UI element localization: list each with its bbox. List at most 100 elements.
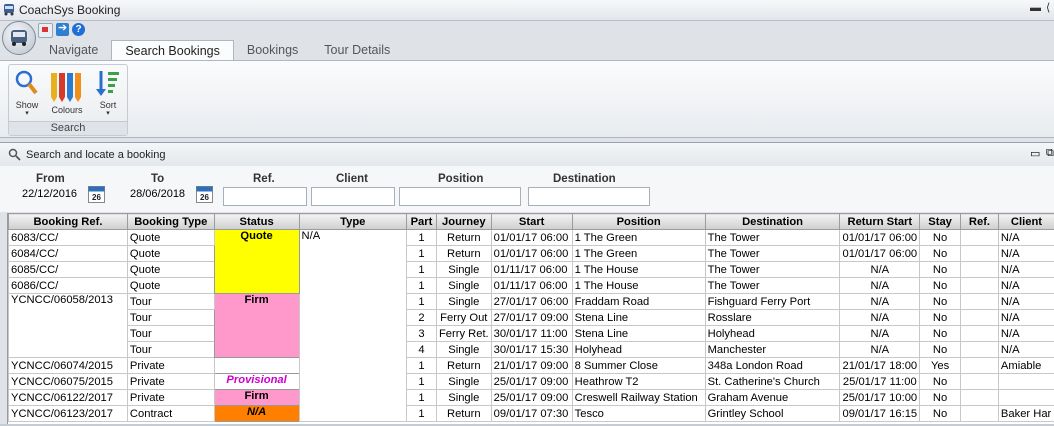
table-row[interactable]: 6085/CC/Quote 1 Single 01/11/17 06:00 1 The … [8, 261, 1054, 278]
header-ref[interactable]: Ref. [960, 213, 999, 230]
journey-cell[interactable]: Single [435, 389, 492, 406]
stay-cell[interactable]: No [919, 277, 962, 294]
client-cell[interactable] [997, 373, 1054, 390]
tab-bookings[interactable]: Bookings [234, 40, 311, 60]
stay-cell[interactable]: No [919, 293, 962, 310]
return-start-cell[interactable]: 21/01/17 18:00 [839, 357, 921, 374]
header-booking-ref[interactable]: Booking Ref. [8, 213, 128, 230]
return-start-cell[interactable]: N/A [839, 277, 921, 294]
booking-ref-cell[interactable]: 6083/CC/ [8, 229, 128, 246]
client-cell[interactable]: Baker Har [997, 405, 1054, 422]
booking-ref-cell[interactable]: YCNCC/06122/2017 [8, 389, 128, 406]
status-cell[interactable]: Firm [213, 389, 300, 406]
from-calendar-icon[interactable]: 26 [88, 186, 105, 203]
stay-cell[interactable]: No [919, 405, 962, 422]
destination-cell[interactable]: Rosslare [704, 309, 841, 326]
help-icon[interactable]: ? [72, 23, 85, 36]
start-cell[interactable]: 01/01/17 06:00 [490, 245, 573, 262]
part-cell[interactable]: 1 [405, 389, 437, 406]
table-row[interactable]: Tour 4 Single 30/01/17 15:30 Holyhead Manches… [9, 341, 1054, 358]
booking-type-cell[interactable]: Tour [126, 341, 215, 358]
application-menu-button[interactable] [2, 21, 36, 55]
panel-restore-icon[interactable]: ⧉ [1046, 147, 1054, 160]
header-stay[interactable]: Stay [919, 213, 962, 230]
booking-ref-cell[interactable]: 6085/CC/ [8, 261, 128, 278]
stay-cell[interactable]: No [919, 229, 962, 246]
position-cell[interactable]: Fraddam Road [571, 293, 706, 310]
journey-cell[interactable]: Ferry Ret. [435, 325, 492, 342]
part-cell[interactable]: 1 [405, 373, 437, 390]
table-row[interactable]: 6083/CC/Quote Quote N/A 1 Return 01/01/17 06:… [8, 229, 1054, 422]
position-cell[interactable]: 1 The House [571, 277, 706, 294]
header-type[interactable]: Type [298, 213, 407, 230]
status-cell[interactable]: Firm [213, 293, 300, 358]
ref-cell[interactable] [960, 357, 999, 374]
destination-cell[interactable]: The Tower [704, 261, 841, 278]
booking-type-cell[interactable]: Quote [126, 261, 215, 278]
journey-cell[interactable]: Single [435, 261, 492, 278]
start-cell[interactable]: 25/01/17 09:00 [490, 389, 573, 406]
status-cell[interactable]: N/A [213, 405, 300, 422]
destination-cell[interactable]: Holyhead [704, 325, 841, 342]
header-destination[interactable]: Destination [704, 213, 841, 230]
destination-cell[interactable]: The Tower [704, 229, 841, 246]
start-cell[interactable]: 27/01/17 06:00 [490, 293, 573, 310]
stay-cell[interactable]: No [919, 261, 962, 278]
stay-cell[interactable]: No [919, 373, 962, 390]
return-start-cell[interactable]: 09/01/17 16:15 [839, 405, 921, 422]
tab-navigate[interactable]: Navigate [36, 40, 111, 60]
window-control-icon[interactable]: ⟨ [1046, 1, 1050, 14]
to-date-field[interactable]: 28/06/2018 [130, 188, 185, 200]
ref-cell[interactable] [960, 309, 999, 326]
ref-cell[interactable] [960, 373, 999, 390]
booking-ref-cell[interactable]: YCNCC/06123/2017 [8, 405, 128, 422]
show-button[interactable]: Show ▾ [11, 69, 43, 117]
ref-cell[interactable] [960, 261, 999, 278]
booking-ref-cell[interactable]: 6086/CC/ [8, 277, 128, 294]
header-booking-type[interactable]: Booking Type [126, 213, 215, 230]
header-start[interactable]: Start [490, 213, 573, 230]
journey-cell[interactable]: Single [435, 293, 492, 310]
position-input[interactable] [399, 187, 521, 206]
return-start-cell[interactable]: N/A [839, 261, 921, 278]
start-cell[interactable]: 25/01/17 09:00 [490, 373, 573, 390]
table-row[interactable]: 6086/CC/Quote 1 Single 01/11/17 06:00 1 The … [8, 277, 1054, 294]
table-row[interactable]: YCNCC/06075/2015 Private Provisional 1 Singl… [8, 373, 1054, 390]
stay-cell[interactable]: No [919, 325, 962, 342]
destination-cell[interactable]: St. Catherine's Church [704, 373, 841, 390]
booking-type-cell[interactable]: Quote [126, 277, 215, 294]
return-start-cell[interactable]: N/A [839, 325, 921, 342]
client-cell[interactable]: N/A [997, 293, 1054, 310]
ref-cell[interactable] [960, 341, 999, 358]
return-start-cell[interactable]: 25/01/17 10:00 [839, 389, 921, 406]
journey-cell[interactable]: Single [435, 373, 492, 390]
start-cell[interactable]: 30/01/17 11:00 [490, 325, 573, 342]
part-cell[interactable]: 4 [405, 341, 437, 358]
client-cell[interactable]: N/A [997, 325, 1054, 342]
sort-button[interactable]: Sort ▾ [93, 69, 123, 117]
destination-cell[interactable]: Manchester [704, 341, 841, 358]
to-calendar-icon[interactable]: 26 [196, 186, 213, 203]
ref-cell[interactable] [960, 245, 999, 262]
table-row[interactable]: Tour 3 Ferry Ret. 30/01/17 11:00 Stena Line H… [9, 325, 1054, 342]
header-position[interactable]: Position [571, 213, 706, 230]
return-start-cell[interactable]: 25/01/17 11:00 [839, 373, 921, 390]
ref-cell[interactable] [960, 229, 999, 246]
ref-cell[interactable] [960, 405, 999, 422]
destination-cell[interactable]: Grintley School [704, 405, 841, 422]
booking-type-cell[interactable]: Tour [126, 293, 215, 310]
status-cell[interactable]: Quote [213, 229, 300, 294]
booking-type-cell[interactable]: Quote [126, 229, 215, 246]
booking-ref-cell[interactable]: YCNCC/06058/2013 [8, 293, 128, 358]
stay-cell[interactable]: No [919, 389, 962, 406]
part-cell[interactable]: 1 [405, 229, 437, 246]
part-cell[interactable]: 3 [405, 325, 437, 342]
booking-type-cell[interactable]: Private [126, 389, 215, 406]
destination-cell[interactable]: The Tower [704, 245, 841, 262]
start-cell[interactable]: 27/01/17 09:00 [490, 309, 573, 326]
table-row[interactable]: YCNCC/06074/2015 Private 1 Return 21/01/17 0… [8, 357, 1054, 374]
table-row[interactable]: Tour 2 Ferry Out 27/01/17 09:00 Stena Line Ro… [9, 309, 1054, 326]
part-cell[interactable]: 1 [405, 357, 437, 374]
journey-cell[interactable]: Single [435, 277, 492, 294]
client-input[interactable] [311, 187, 395, 206]
